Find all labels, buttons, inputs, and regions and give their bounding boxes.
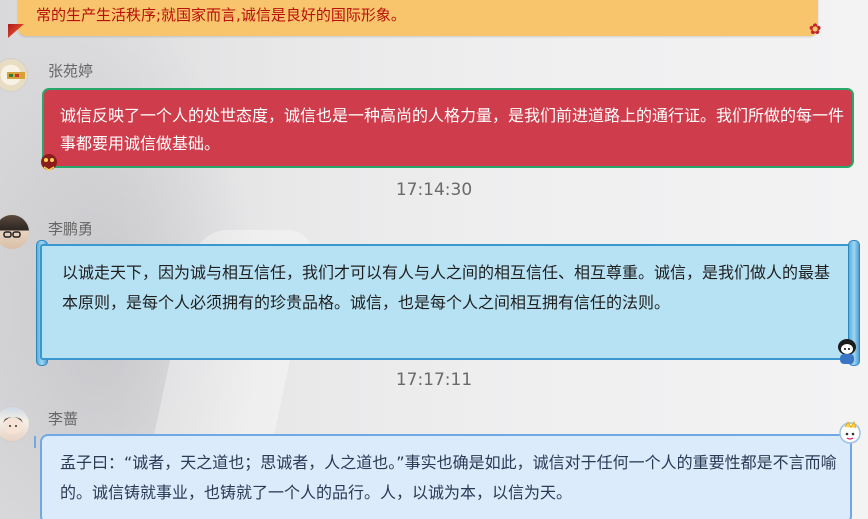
message-bubble[interactable]: 诚信反映了一个人的处世态度，诚信也是一种高尚的人格力量，是我们前进道路上的通行证… <box>42 88 854 168</box>
message-text: 孟子曰：“诚者，天之道也；思诚者，人之道也。”事实也确是如此，诚信对于任何一个人… <box>60 453 837 502</box>
message-text: 常的生产生活秩序;就国家而言,诚信是良好的国际形象。 <box>36 6 406 24</box>
message-bubble[interactable]: 以诚走天下，因为诚与相互信任，我们才可以有人与人之间的相互信任、相互尊重。诚信，… <box>40 244 856 360</box>
message-text: 以诚走天下，因为诚与相互信任，我们才可以有人与人之间的相互信任、相互尊重。诚信，… <box>62 263 831 312</box>
avatar-image-icon <box>7 72 25 79</box>
sender-name: 李蔷 <box>48 410 79 428</box>
avatar-image-icon <box>3 417 23 434</box>
avatar-image-icon <box>3 231 21 238</box>
bubble-sticker-icon <box>838 339 856 364</box>
message-timestamp: 17:14:30 <box>395 180 473 200</box>
bubble-sticker-icon: ✿ <box>808 20 822 38</box>
bubble-sticker-icon <box>839 421 861 444</box>
sender-name: 张苑婷 <box>48 62 94 80</box>
message-bubble-partial: 常的生产生活秩序;就国家而言,诚信是良好的国际形象。 <box>18 0 818 36</box>
message-timestamp: 17:17:11 <box>395 370 473 390</box>
message-bubble[interactable]: 孟子曰：“诚者，天之道也；思诚者，人之道也。”事实也确是如此，诚信对于任何一个人… <box>40 434 852 519</box>
message-text: 诚信反映了一个人的处世态度，诚信也是一种高尚的人格力量，是我们前进道路上的通行证… <box>60 106 845 153</box>
bubble-sticker-icon <box>41 154 57 171</box>
sender-name: 李鹏勇 <box>48 220 94 238</box>
